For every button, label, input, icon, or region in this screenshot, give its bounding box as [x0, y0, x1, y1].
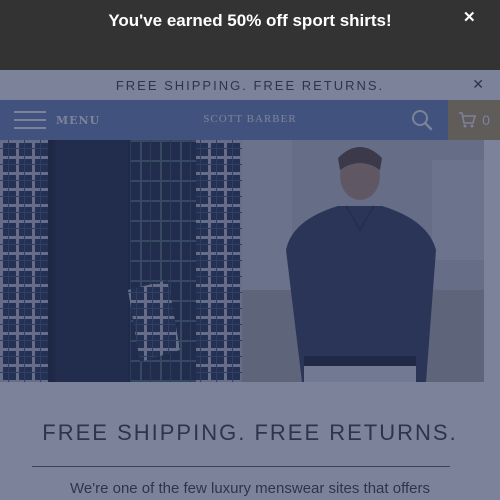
cart-button[interactable]: 0 — [448, 100, 500, 140]
section-heading: FREE SHIPPING. FREE RETURNS. — [42, 420, 458, 445]
promo-bar: FREE SHIPPING. FREE RETURNS. ✕ — [0, 70, 500, 100]
hero-banner[interactable] — [0, 140, 500, 382]
notification-message: You've earned 50% off sport shirts! — [108, 11, 392, 30]
cart-count: 0 — [482, 112, 490, 128]
promo-bar-close-icon[interactable]: ✕ — [472, 76, 486, 93]
site-header: MENU SCOTT BARBER 0 — [0, 100, 500, 140]
notification-bar: You've earned 50% off sport shirts! ✕ — [0, 0, 500, 70]
promo-bar-text: FREE SHIPPING. FREE RETURNS. — [115, 77, 385, 93]
cart-icon — [459, 112, 477, 128]
section-divider — [32, 466, 450, 467]
section-body-text: We're one of the few luxury menswear sit… — [70, 480, 430, 497]
hero-image-plaid-shirts — [0, 140, 242, 382]
search-icon[interactable] — [410, 108, 434, 132]
close-icon[interactable]: ✕ — [463, 8, 476, 26]
hero-image-model — [242, 140, 484, 382]
